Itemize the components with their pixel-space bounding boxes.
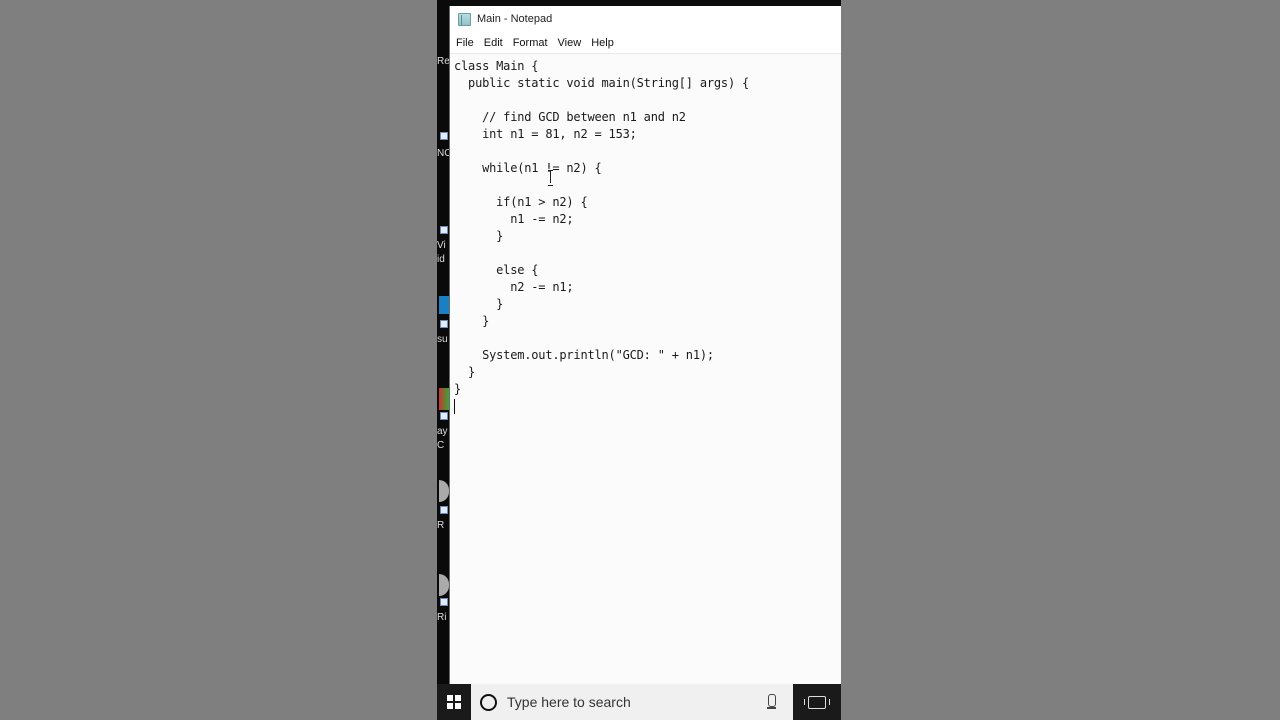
menu-bar: File Edit Format View Help [450,32,841,54]
desktop-label: su [437,334,448,345]
code-line: class Main { [454,59,539,73]
code-line: } [454,229,504,243]
cortana-circle-icon [480,693,497,711]
microphone-icon[interactable] [763,692,781,712]
code-line: else { [454,263,539,277]
app-icon[interactable] [439,480,449,502]
video-background-right [841,0,1280,720]
code-line: n1 -= n2; [454,212,574,226]
app-icon[interactable] [439,296,449,314]
taskbar-search-box[interactable]: Type here to search [471,684,793,720]
menu-edit[interactable]: Edit [484,37,509,49]
windows-logo-icon [447,695,461,709]
start-button[interactable] [437,684,471,720]
desktop-icons-strip: Re NC Vi id su ay C R Ri [437,0,451,686]
desktop-label: id [437,254,445,265]
desktop-screen: Re NC Vi id su ay C R Ri Main - Notepad … [437,0,841,720]
code-line-caret [454,398,841,415]
chrome-icon[interactable] [439,388,449,410]
window-title: Main - Notepad [477,13,553,25]
code-line: System.out.println("GCD: " + n1); [454,348,714,362]
desktop-label: Vi [437,240,446,251]
title-bar[interactable]: Main - Notepad [450,6,841,32]
taskbar: Type here to search [437,684,841,720]
desktop-label: R [437,520,445,531]
code-line: // find GCD between n1 and n2 [454,110,686,124]
task-view-button[interactable] [793,684,841,720]
code-line: n2 -= n1; [454,280,574,294]
desktop-label: Re [437,56,450,67]
desktop-shortcut-icon[interactable] [440,226,448,234]
app-icon[interactable] [439,574,449,596]
code-line: int n1 = 81, n2 = 153; [454,127,637,141]
code-line: } [454,382,462,396]
desktop-shortcut-icon[interactable] [440,132,448,140]
ibeam-cursor-icon [547,170,554,186]
desktop-shortcut-icon[interactable] [440,598,448,606]
text-editor[interactable]: class Main { public static void main(Str… [450,54,841,686]
code-line: if(n1 > n2) { [454,195,588,209]
desktop-shortcut-icon[interactable] [440,412,448,420]
code-line: while(n1 != n2) { [454,161,602,175]
video-background-left [0,0,437,720]
menu-format[interactable]: Format [513,37,554,49]
desktop-label: Ri [437,612,447,623]
desktop-shortcut-icon[interactable] [440,506,448,514]
desktop-shortcut-icon[interactable] [440,320,448,328]
code-line: } [454,297,504,311]
menu-view[interactable]: View [558,37,588,49]
code-line: } [454,365,476,379]
code-line: } [454,314,490,328]
menu-file[interactable]: File [456,37,480,49]
search-placeholder: Type here to search [507,694,631,710]
code-line: public static void main(String[] args) { [454,76,750,90]
text-caret [454,399,455,414]
notepad-window: Main - Notepad File Edit Format View Hel… [449,6,841,686]
desktop-label: ay [437,426,448,437]
desktop-label: C [437,440,445,451]
menu-help[interactable]: Help [591,37,620,49]
notepad-icon [458,12,471,26]
task-view-icon [804,695,830,709]
